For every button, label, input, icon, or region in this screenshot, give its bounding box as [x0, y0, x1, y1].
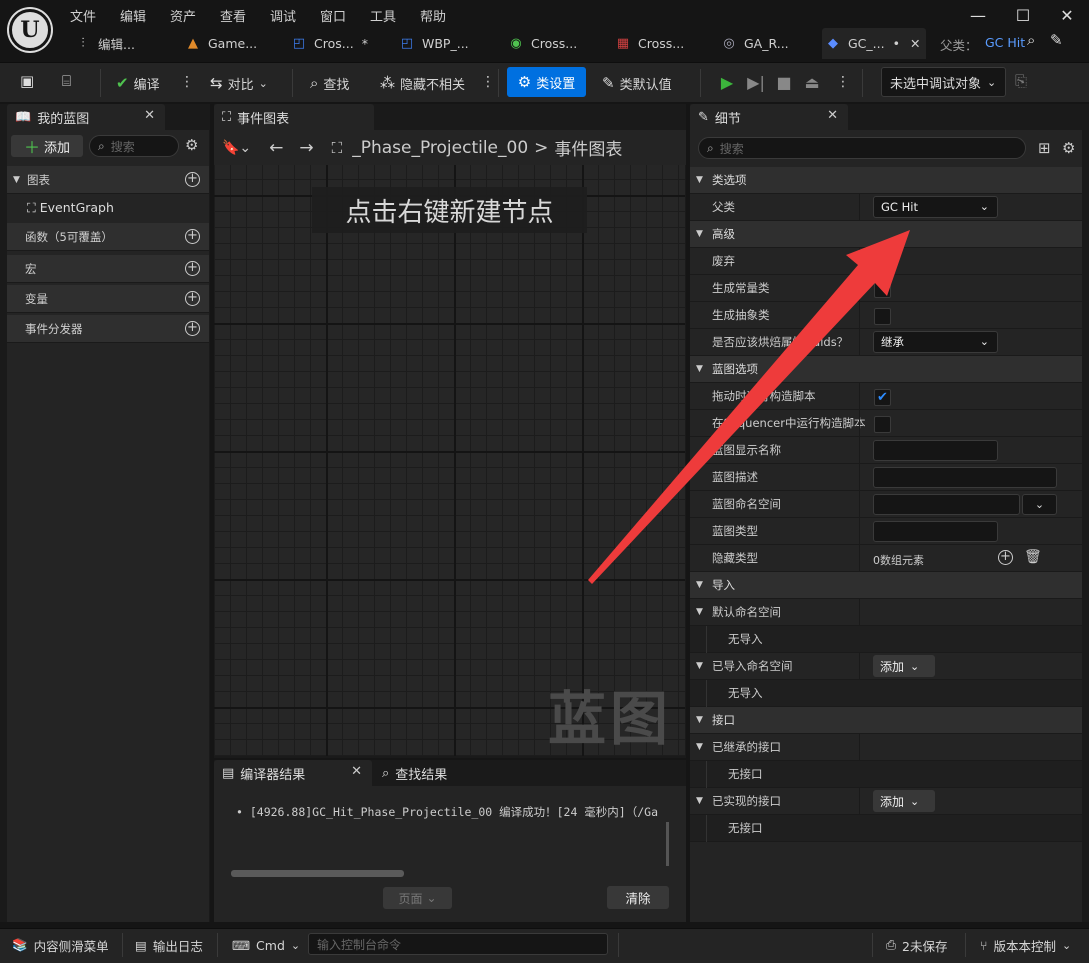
- console-command-input[interactable]: 输入控制台命令: [308, 933, 608, 955]
- chevron-down-icon: ⌄: [290, 938, 301, 952]
- annotation-arrow: [588, 230, 910, 584]
- content-drawer-icon: 📚: [12, 937, 28, 952]
- source-control-button[interactable]: ⑂ 版本本控制 ⌄: [980, 929, 1071, 961]
- arrow-shape: [588, 230, 910, 584]
- unsaved-button[interactable]: ⎙ 2未保存: [886, 929, 947, 961]
- log-icon: ▤: [135, 937, 147, 953]
- output-log-button[interactable]: ▤ 输出日志: [135, 929, 203, 961]
- unsaved-icon: ⎙: [886, 937, 897, 952]
- terminal-icon: ⌨: [232, 937, 251, 953]
- status-bar: 📚 内容侧滑菜单 ▤ 输出日志 ⌨ Cmd ⌄ 输入控制台命令 ⎙ 2未保存 ⑂ 版本本控制…: [0, 928, 1089, 963]
- branch-icon: ⑂: [980, 937, 988, 953]
- cmd-dropdown[interactable]: ⌨ Cmd ⌄: [232, 929, 300, 961]
- blueprint-editor-window: U 文件 编辑 资产 查看 调试 窗口 工具 帮助 — ☐ ✕ ⫶ 编辑... ▲…: [0, 0, 1089, 963]
- content-drawer-button[interactable]: 📚 内容侧滑菜单: [12, 929, 109, 961]
- chevron-down-icon: ⌄: [1062, 938, 1072, 952]
